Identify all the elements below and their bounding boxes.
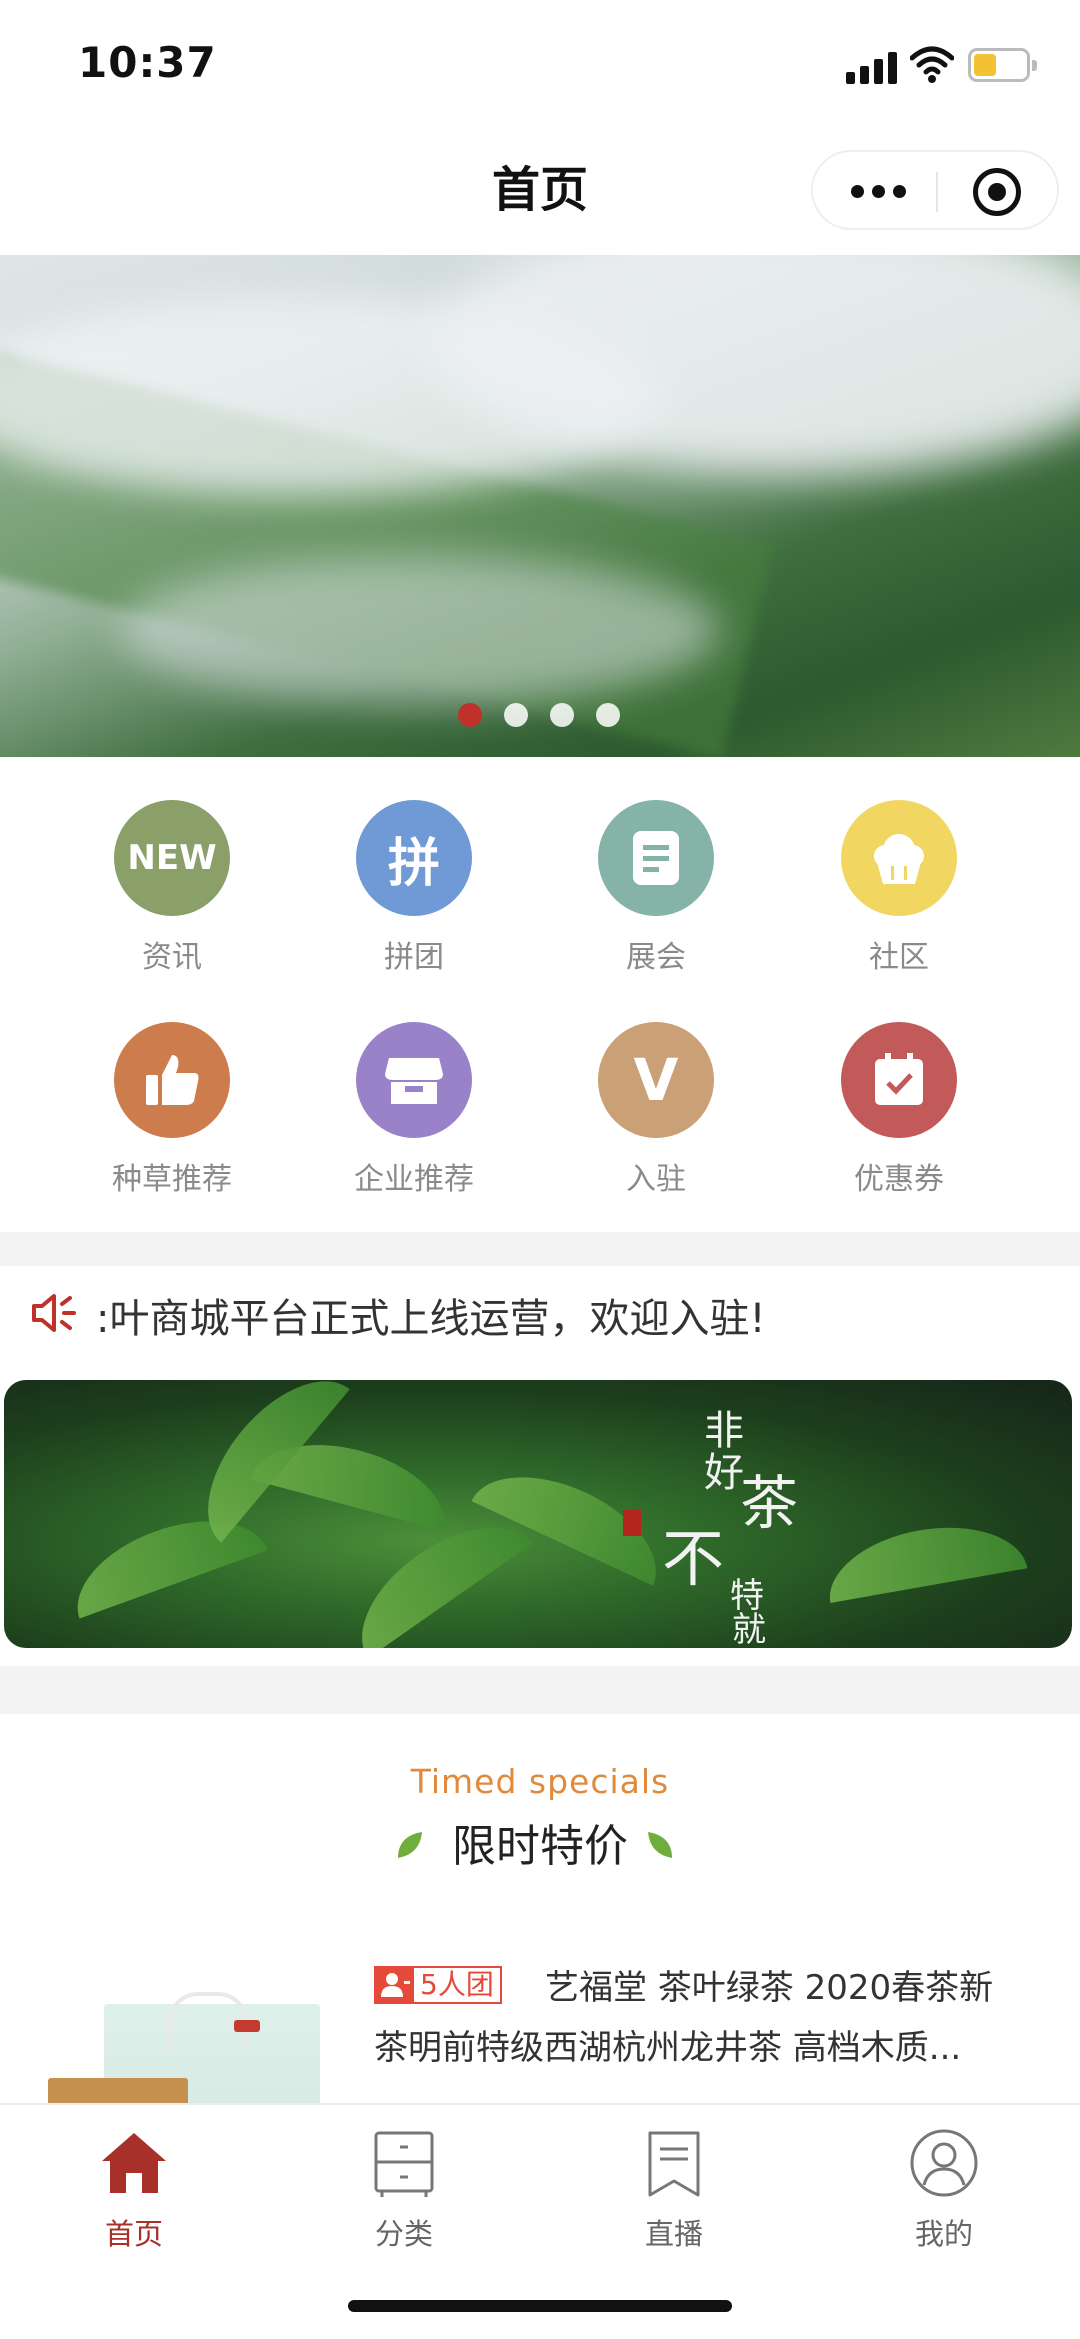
grid-item-recommend[interactable]: 种草推荐	[72, 1022, 272, 1222]
capsule-divider	[936, 172, 938, 212]
specials-subtitle: Timed specials	[410, 1762, 670, 1801]
drawer-icon	[374, 2131, 434, 2197]
leaf-right-icon	[648, 1832, 672, 1858]
cupcake-icon	[841, 800, 957, 916]
product-card[interactable]: 5人团 艺福堂 茶叶绿茶 2020春茶新 茶明前特级西湖杭州龙井茶 高档木质..…	[0, 1930, 1080, 2105]
tab-live[interactable]: 直播	[584, 2119, 764, 2251]
tab-home[interactable]: 首页	[44, 2119, 224, 2251]
bookmark-icon	[648, 2131, 700, 2197]
grid-item-label: 资讯	[142, 940, 202, 975]
promo-banner[interactable]: 非 好 茶 不 特 就	[4, 1380, 1072, 1648]
wifi-icon	[910, 46, 954, 83]
tab-category[interactable]: 分类	[314, 2119, 494, 2251]
notice-bar[interactable]: :叶商城平台正式上线运营，欢迎入驻!	[0, 1266, 1080, 1376]
product-title-line2: 茶明前特级西湖杭州龙井茶 高档木质...	[374, 2028, 962, 2068]
group-buy-icon: 拼	[356, 800, 472, 916]
tab-mine[interactable]: 我的	[854, 2119, 1034, 2251]
document-icon	[598, 800, 714, 916]
grid-item-community[interactable]: 社区	[799, 800, 999, 1000]
calligraphy-char: 不	[662, 1522, 725, 1595]
battery-icon	[968, 48, 1037, 82]
store-icon	[356, 1022, 472, 1138]
feature-grid: NEW 资讯 拼 拼团 展会 社区 种草推荐 企业推荐 V 入驻 优惠券	[0, 800, 1080, 1220]
home-icon	[102, 2133, 166, 2193]
carousel-dot[interactable]	[458, 703, 482, 727]
carousel-dot[interactable]	[550, 703, 574, 727]
section-divider	[0, 1232, 1080, 1266]
red-seal	[623, 1510, 641, 1536]
specials-title: 限时特价	[452, 1821, 628, 1872]
grid-item-group-buy[interactable]: 拼 拼团	[314, 800, 514, 1000]
status-bar: 10:37	[0, 0, 1080, 130]
status-time: 10:37	[78, 38, 217, 87]
tab-label: 分类	[374, 2217, 433, 2251]
product-box-front	[48, 2078, 188, 2105]
carousel-dot[interactable]	[596, 703, 620, 727]
mini-program-capsule	[811, 150, 1059, 230]
grid-item-label: 入驻	[626, 1162, 686, 1197]
tab-label: 我的	[914, 2217, 973, 2251]
grid-item-label: 展会	[626, 940, 686, 975]
grid-item-label: 企业推荐	[354, 1162, 474, 1197]
calligraphy-char: 就	[732, 1610, 766, 1648]
group-user-icon	[376, 1967, 414, 2003]
tab-label: 直播	[644, 2217, 703, 2251]
calligraphy-char: 好	[704, 1450, 744, 1496]
tea-leaf	[820, 1513, 1028, 1603]
section-divider	[0, 1666, 1080, 1714]
new-badge-icon: NEW	[114, 800, 230, 916]
grid-item-label: 拼团	[384, 940, 444, 975]
calendar-check-icon	[841, 1022, 957, 1138]
hero-fog	[120, 555, 720, 705]
tab-label: 首页	[104, 2217, 163, 2251]
thumbs-up-icon	[114, 1022, 230, 1138]
brand-logo	[234, 2020, 260, 2032]
home-indicator	[348, 2300, 732, 2312]
user-icon	[910, 2129, 978, 2197]
group-badge-label: 5人团	[420, 1968, 494, 2001]
calligraphy: 非 好 茶 不 特 就	[644, 1398, 804, 1648]
product-title-line1: 艺福堂 茶叶绿茶 2020春茶新	[545, 1968, 994, 2008]
cellular-signal-icon	[846, 50, 898, 84]
grid-item-label: 优惠券	[854, 1162, 944, 1197]
more-options-icon[interactable]	[851, 185, 907, 199]
grid-item-news[interactable]: NEW 资讯	[72, 800, 272, 1000]
calligraphy-char: 茶	[740, 1469, 799, 1537]
group-badge: 5人团	[374, 1966, 502, 2004]
close-mini-program-icon[interactable]	[973, 168, 1021, 216]
hero-banner[interactable]	[0, 255, 1080, 757]
product-image[interactable]	[48, 1992, 324, 2105]
grid-item-settle-in[interactable]: V 入驻	[556, 1022, 756, 1222]
grid-item-label: 种草推荐	[112, 1162, 232, 1197]
v-badge-icon: V	[598, 1022, 714, 1138]
grid-item-label: 社区	[869, 940, 929, 975]
carousel-indicator[interactable]	[458, 703, 628, 727]
grid-item-exhibition[interactable]: 展会	[556, 800, 756, 1000]
carousel-dot[interactable]	[504, 703, 528, 727]
notice-text: :叶商城平台正式上线运营，欢迎入驻!	[96, 1296, 766, 1342]
speaker-icon	[32, 1294, 76, 1332]
grid-item-enterprise[interactable]: 企业推荐	[314, 1022, 514, 1222]
grid-item-coupon[interactable]: 优惠券	[799, 1022, 999, 1222]
